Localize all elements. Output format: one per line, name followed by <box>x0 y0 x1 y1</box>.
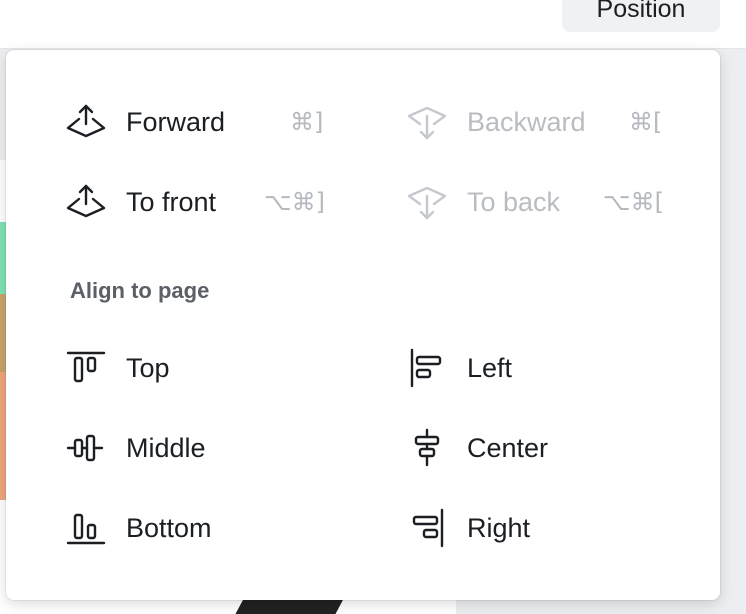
align-top-label: Top <box>126 352 170 383</box>
bring-to-front-icon <box>66 182 106 222</box>
editor-stage: Position Forward ⌘] Backward ⌘[To front… <box>0 0 746 614</box>
align-center-icon <box>407 428 447 468</box>
align-bottom-icon <box>66 508 106 548</box>
align-left-label: Left <box>467 352 513 383</box>
to-front-shortcut: ⌥⌘] <box>264 188 326 216</box>
align-top-button[interactable]: Top <box>66 338 326 398</box>
to-front-label: To front <box>126 186 217 217</box>
align-right-label: Right <box>467 512 531 543</box>
backward-shortcut: ⌘[ <box>629 108 663 136</box>
align-center-button[interactable]: Center <box>407 418 667 478</box>
align-center-label: Center <box>467 432 549 463</box>
to-back-button[interactable]: To back ⌥⌘[ <box>407 172 677 232</box>
design-element <box>228 598 344 614</box>
forward-shortcut: ⌘] <box>290 108 324 136</box>
to-front-button[interactable]: To front ⌥⌘] <box>66 172 336 232</box>
to-back-shortcut: ⌥⌘[ <box>603 188 665 216</box>
align-bottom-label: Bottom <box>126 512 212 543</box>
align-middle-button[interactable]: Middle <box>66 418 326 478</box>
align-middle-icon <box>66 428 106 468</box>
backward-button[interactable]: Backward ⌘[ <box>407 92 677 152</box>
position-popup: Forward ⌘] Backward ⌘[To front ⌥⌘] To b… <box>6 50 720 600</box>
align-right-button[interactable]: Right <box>407 498 667 558</box>
align-to-page-heading: Align to page <box>70 278 210 303</box>
bring-forward-icon <box>66 102 106 142</box>
send-backward-icon <box>407 102 447 142</box>
align-left-icon <box>407 348 447 388</box>
forward-button[interactable]: Forward ⌘] <box>66 92 336 152</box>
align-right-icon <box>407 508 447 548</box>
to-back-label: To back <box>467 186 561 217</box>
send-to-back-icon <box>407 182 447 222</box>
align-left-button[interactable]: Left <box>407 338 667 398</box>
align-bottom-button[interactable]: Bottom <box>66 498 326 558</box>
forward-label: Forward <box>126 106 226 137</box>
position-button[interactable]: Position <box>562 0 720 32</box>
align-top-icon <box>66 348 106 388</box>
backward-label: Backward <box>467 106 586 137</box>
align-middle-label: Middle <box>126 432 206 463</box>
